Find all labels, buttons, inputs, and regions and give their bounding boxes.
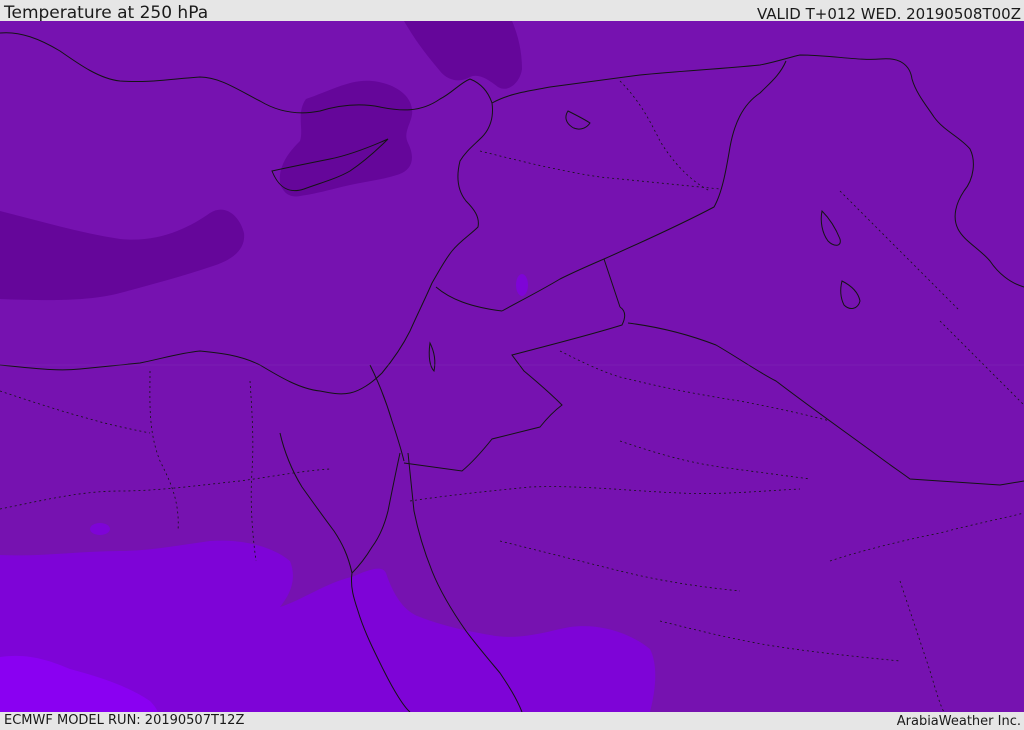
credit-label: ArabiaWeather Inc. bbox=[896, 714, 1021, 729]
warm-spot-east bbox=[516, 274, 528, 296]
header-bar: Temperature at 250 hPa VALID T+012 WED. … bbox=[0, 0, 1024, 23]
temperature-map bbox=[0, 21, 1024, 712]
warm-spot-sinai bbox=[90, 523, 110, 535]
map-title: Temperature at 250 hPa bbox=[4, 3, 209, 23]
footer-bar: ECMWF MODEL RUN: 20190507T12Z ArabiaWeat… bbox=[0, 712, 1024, 729]
model-run-label: ECMWF MODEL RUN: 20190507T12Z bbox=[4, 713, 245, 728]
